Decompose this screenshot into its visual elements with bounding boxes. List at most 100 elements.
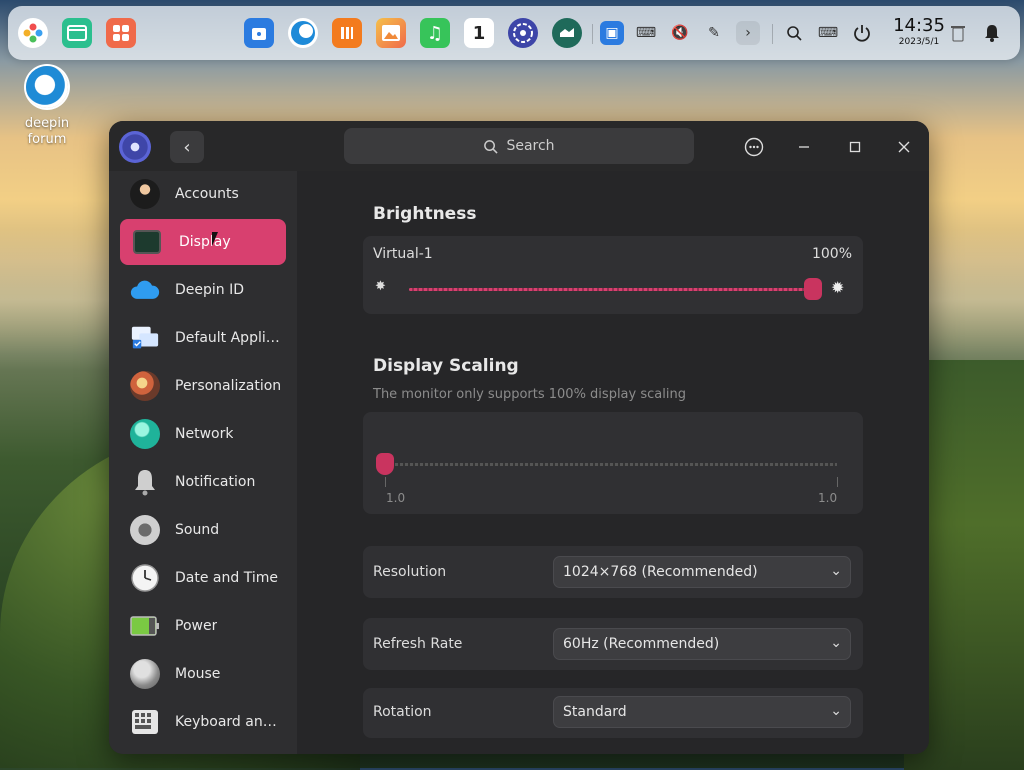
power-icon[interactable] bbox=[850, 21, 874, 45]
display-settings-panel: Brightness Virtual-1 100% ✸ ✹ Display Sc… bbox=[297, 171, 929, 754]
resolution-label: Resolution bbox=[373, 564, 447, 580]
market-icon[interactable] bbox=[332, 18, 362, 48]
mouse-cursor bbox=[212, 232, 224, 246]
music-icon[interactable]: ♫ bbox=[420, 18, 450, 48]
sidebar-item-network[interactable]: Network bbox=[120, 411, 286, 457]
clock-icon bbox=[130, 563, 160, 593]
sidebar-item-personalization[interactable]: Personalization bbox=[120, 363, 286, 409]
clock-time: 14:35 bbox=[893, 15, 945, 36]
default-apps-icon bbox=[130, 323, 160, 353]
close-icon bbox=[898, 141, 910, 153]
expand-tray-icon[interactable]: › bbox=[736, 21, 760, 45]
brightness-value: 100% bbox=[811, 246, 852, 262]
brightness-high-icon: ✹ bbox=[831, 278, 845, 297]
desktop-icon-label: deepin forum bbox=[24, 116, 70, 147]
cloud-icon bbox=[130, 275, 160, 305]
rotation-value: Standard bbox=[563, 704, 627, 720]
brightness-slider[interactable] bbox=[409, 278, 822, 300]
sidebar-item-keyboard[interactable]: Keyboard and ... bbox=[120, 699, 286, 745]
minimize-icon bbox=[799, 146, 809, 148]
refresh-rate-dropdown[interactable]: 60Hz (Recommended) ⌄ bbox=[553, 628, 851, 660]
clock[interactable]: 14:35 2023/5/1 bbox=[884, 16, 954, 48]
sidebar-item-sound[interactable]: Sound bbox=[120, 507, 286, 553]
top-dock: ♫ 1 ▣ ⌨ 🔇 ✎ › ⌨ 14:35 2023/5/1 bbox=[8, 6, 1020, 60]
keyboard-icon bbox=[130, 707, 160, 737]
palette-icon bbox=[130, 371, 160, 401]
sidebar-item-power[interactable]: Power bbox=[120, 603, 286, 649]
close-button[interactable] bbox=[888, 131, 920, 163]
search-placeholder: Search bbox=[506, 138, 555, 154]
brightness-slider-handle[interactable] bbox=[804, 278, 822, 300]
speaker-icon bbox=[130, 515, 160, 545]
brightness-card: Virtual-1 100% ✸ ✹ bbox=[363, 236, 863, 314]
scaling-max-label: 1.0 bbox=[818, 491, 838, 505]
notification-bell-icon[interactable] bbox=[980, 21, 1004, 45]
display-scaling-slider-handle[interactable] bbox=[376, 453, 394, 475]
back-icon: ‹ bbox=[183, 136, 191, 158]
bell-icon bbox=[130, 467, 160, 497]
volume-muted-icon[interactable]: 🔇 bbox=[668, 21, 692, 45]
display-icon bbox=[133, 230, 161, 254]
desktop-icon-deepin-forum[interactable]: deepin forum bbox=[18, 66, 76, 148]
resolution-dropdown[interactable]: 1024×768 (Recommended) ⌄ bbox=[553, 556, 851, 588]
account-icon bbox=[130, 179, 160, 209]
sidebar-item-notification[interactable]: Notification bbox=[120, 459, 286, 505]
resolution-row: Resolution 1024×768 (Recommended) ⌄ bbox=[363, 546, 863, 598]
sidebar-item-default-applications[interactable]: Default Applic... bbox=[120, 315, 286, 361]
minimize-button[interactable] bbox=[788, 131, 820, 163]
chevron-down-icon: ⌄ bbox=[830, 703, 842, 719]
maximize-button[interactable] bbox=[839, 131, 871, 163]
maximize-icon bbox=[849, 141, 861, 153]
keyboard-layout-icon[interactable]: ⌨ bbox=[816, 21, 840, 45]
launcher-icon[interactable] bbox=[18, 18, 48, 48]
sidebar-item-deepin-id[interactable]: Deepin ID bbox=[120, 267, 286, 313]
pen-icon[interactable]: ✎ bbox=[702, 21, 726, 45]
mouse-icon bbox=[130, 659, 160, 689]
search-box[interactable]: Search bbox=[344, 128, 694, 164]
trash-icon[interactable] bbox=[946, 21, 970, 45]
sidebar-item-accounts[interactable]: Accounts bbox=[120, 171, 286, 217]
multitask-icon[interactable] bbox=[62, 18, 92, 48]
rotation-row: Rotation Standard ⌄ bbox=[363, 688, 863, 738]
brightness-slider-fill bbox=[409, 288, 813, 291]
screenshot-icon[interactable]: ▣ bbox=[600, 21, 624, 45]
rotation-dropdown[interactable]: Standard ⌄ bbox=[553, 696, 851, 728]
chevron-down-icon: ⌄ bbox=[830, 563, 842, 579]
search-icon bbox=[484, 139, 499, 154]
display-scaling-slider[interactable] bbox=[376, 453, 837, 475]
app-store-icon[interactable] bbox=[106, 18, 136, 48]
chevron-down-icon: ⌄ bbox=[830, 635, 842, 651]
tray-separator bbox=[772, 24, 773, 44]
sidebar: Accounts Display Deepin ID Default Appli… bbox=[109, 171, 297, 754]
display-scaling-hint: The monitor only supports 100% display s… bbox=[373, 387, 686, 402]
control-center-icon[interactable] bbox=[508, 18, 538, 48]
battery-icon bbox=[130, 611, 160, 641]
menu-button[interactable] bbox=[738, 131, 770, 163]
sidebar-item-date-and-time[interactable]: Date and Time bbox=[120, 555, 286, 601]
browser-icon[interactable] bbox=[288, 18, 318, 48]
calendar-icon[interactable]: 1 bbox=[464, 18, 494, 48]
scaling-tick-right bbox=[837, 477, 838, 487]
sidebar-item-display[interactable]: Display bbox=[120, 219, 286, 265]
deepin-id-icon[interactable] bbox=[552, 18, 582, 48]
onscreen-keyboard-icon[interactable]: ⌨ bbox=[634, 21, 658, 45]
back-button[interactable]: ‹ bbox=[170, 131, 204, 163]
refresh-rate-row: Refresh Rate 60Hz (Recommended) ⌄ bbox=[363, 618, 863, 670]
refresh-rate-label: Refresh Rate bbox=[373, 636, 463, 652]
titlebar: ‹ Search bbox=[109, 121, 929, 171]
dock-separator bbox=[592, 24, 593, 44]
resolution-value: 1024×768 (Recommended) bbox=[563, 564, 758, 580]
rotation-label: Rotation bbox=[373, 704, 432, 720]
display-scaling-title: Display Scaling bbox=[373, 356, 519, 376]
control-center-window: ‹ Search Accounts Display Deepin ID Defa… bbox=[109, 121, 929, 754]
search-icon[interactable] bbox=[782, 21, 806, 45]
scaling-tick-left bbox=[385, 477, 386, 487]
sidebar-item-mouse[interactable]: Mouse bbox=[120, 651, 286, 697]
menu-icon bbox=[744, 137, 764, 157]
file-manager-icon[interactable] bbox=[244, 18, 274, 48]
image-viewer-icon[interactable] bbox=[376, 18, 406, 48]
clock-date: 2023/5/1 bbox=[898, 37, 940, 47]
refresh-rate-value: 60Hz (Recommended) bbox=[563, 636, 720, 652]
network-icon bbox=[130, 419, 160, 449]
monitor-name: Virtual-1 bbox=[373, 246, 433, 262]
